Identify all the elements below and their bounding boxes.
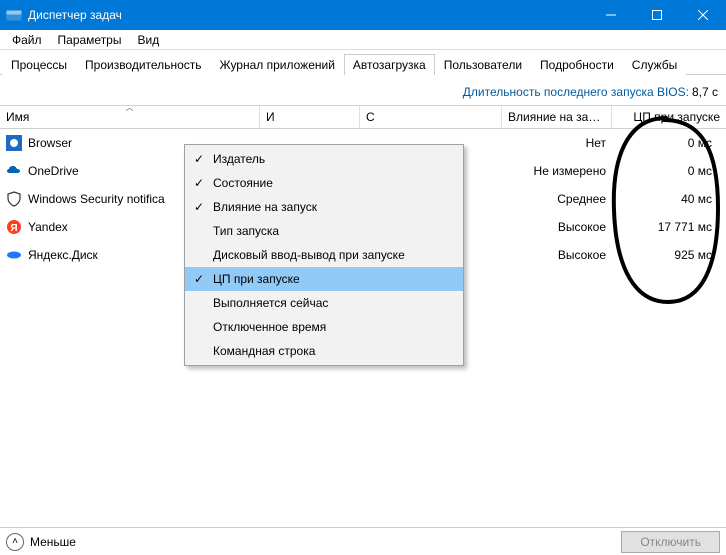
cpu-value: 40 мс bbox=[612, 192, 726, 206]
column-headers: Имя ︿ И С Влияние на за… ЦП при запуске bbox=[0, 105, 726, 129]
shield-icon bbox=[6, 191, 22, 207]
maximize-button[interactable] bbox=[634, 0, 680, 30]
tab-details[interactable]: Подробности bbox=[531, 54, 623, 75]
cpu-value: 925 мс bbox=[612, 248, 726, 262]
ctx-item-impact[interactable]: ✓Влияние на запуск bbox=[185, 195, 463, 219]
impact-value: Среднее bbox=[502, 192, 612, 206]
cpu-value: 0 мс bbox=[612, 164, 726, 178]
tab-startup[interactable]: Автозагрузка bbox=[344, 54, 435, 75]
ctx-item-running-now[interactable]: Выполняется сейчас bbox=[185, 291, 463, 315]
close-button[interactable] bbox=[680, 0, 726, 30]
tab-performance[interactable]: Производительность bbox=[76, 54, 210, 75]
col-state[interactable]: С bbox=[360, 106, 502, 128]
col-cpu[interactable]: ЦП при запуске bbox=[612, 106, 726, 128]
check-icon: ✓ bbox=[185, 176, 213, 190]
minimize-button[interactable] bbox=[588, 0, 634, 30]
cpu-value: 17 771 мс bbox=[612, 220, 726, 234]
impact-value: Нет bbox=[502, 136, 612, 150]
ctx-item-disabled-time[interactable]: Отключенное время bbox=[185, 315, 463, 339]
impact-value: Не измерено bbox=[502, 164, 612, 178]
fewer-details-button[interactable]: ˄ Меньше bbox=[6, 533, 76, 551]
titlebar: Диспетчер задач bbox=[0, 0, 726, 30]
fewer-details-label: Меньше bbox=[30, 535, 76, 549]
disable-button[interactable]: Отключить bbox=[621, 531, 720, 553]
app-name: Browser bbox=[28, 136, 72, 150]
app-name: Windows Security notifica bbox=[28, 192, 165, 206]
window-title: Диспетчер задач bbox=[28, 8, 588, 22]
menu-file[interactable]: Файл bbox=[4, 31, 50, 49]
browser-icon bbox=[6, 135, 22, 151]
col-name-label: Имя bbox=[6, 110, 29, 124]
tab-users[interactable]: Пользователи bbox=[435, 54, 531, 75]
check-icon: ✓ bbox=[185, 152, 213, 166]
ctx-item-state[interactable]: ✓Состояние bbox=[185, 171, 463, 195]
chevron-up-icon: ˄ bbox=[6, 533, 24, 551]
col-impact[interactable]: Влияние на за… bbox=[502, 106, 612, 128]
tab-services[interactable]: Службы bbox=[623, 54, 686, 75]
column-context-menu: ✓Издатель ✓Состояние ✓Влияние на запуск … bbox=[184, 144, 464, 366]
app-icon bbox=[6, 7, 22, 23]
app-name: OneDrive bbox=[28, 164, 79, 178]
app-name: Yandex bbox=[28, 220, 68, 234]
yandex-icon: Я bbox=[6, 219, 22, 235]
bios-duration: Длительность последнего запуска BIOS: 8,… bbox=[0, 75, 726, 105]
ctx-item-publisher[interactable]: ✓Издатель bbox=[185, 147, 463, 171]
tab-strip: Процессы Производительность Журнал прило… bbox=[0, 50, 726, 75]
impact-value: Высокое bbox=[502, 220, 612, 234]
col-publisher[interactable]: И bbox=[260, 106, 360, 128]
yandex-disk-icon bbox=[6, 247, 22, 263]
ctx-item-startup-type[interactable]: Тип запуска bbox=[185, 219, 463, 243]
bios-label: Длительность последнего запуска BIOS: bbox=[463, 85, 689, 99]
sort-indicator-icon: ︿ bbox=[126, 106, 134, 113]
footer: ˄ Меньше Отключить bbox=[0, 527, 726, 555]
menu-options[interactable]: Параметры bbox=[50, 31, 130, 49]
ctx-item-command-line[interactable]: Командная строка bbox=[185, 339, 463, 363]
tab-apphistory[interactable]: Журнал приложений bbox=[211, 54, 344, 75]
check-icon: ✓ bbox=[185, 200, 213, 214]
check-icon: ✓ bbox=[185, 272, 213, 286]
menu-bar: Файл Параметры Вид bbox=[0, 30, 726, 50]
menu-view[interactable]: Вид bbox=[129, 31, 167, 49]
bios-value: 8,7 с bbox=[692, 85, 718, 99]
onedrive-icon bbox=[6, 163, 22, 179]
impact-value: Высокое bbox=[502, 248, 612, 262]
ctx-item-cpu-at-startup[interactable]: ✓ЦП при запуске bbox=[185, 267, 463, 291]
col-name[interactable]: Имя ︿ bbox=[0, 106, 260, 128]
cpu-value: 0 мс bbox=[612, 136, 726, 150]
ctx-item-disk-io[interactable]: Дисковый ввод-вывод при запуске bbox=[185, 243, 463, 267]
svg-text:Я: Я bbox=[10, 223, 17, 234]
tab-processes[interactable]: Процессы bbox=[2, 54, 76, 75]
app-name: Яндекс.Диск bbox=[28, 248, 98, 262]
